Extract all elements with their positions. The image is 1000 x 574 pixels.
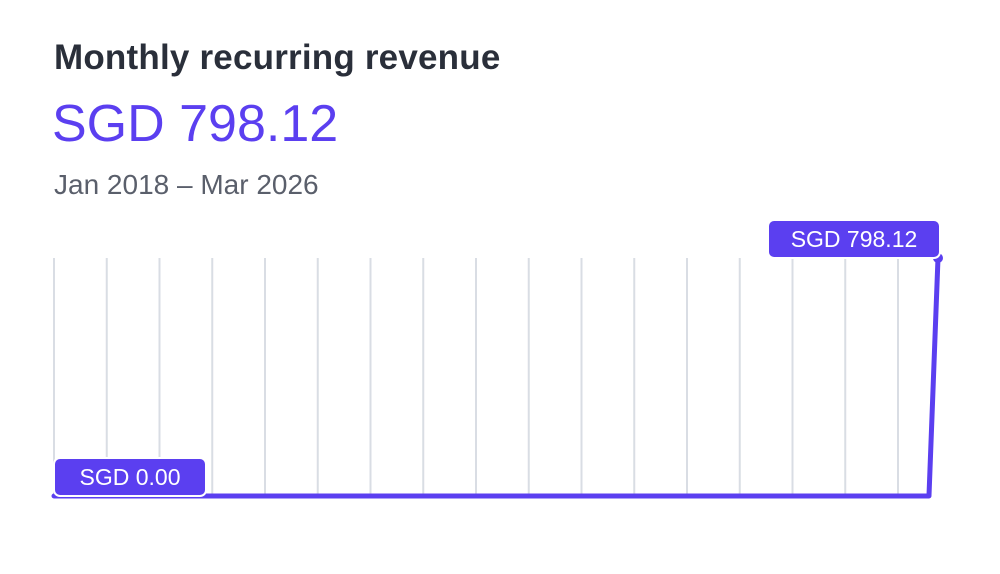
min-value-text: SGD 0.00: [80, 464, 181, 490]
min-value-label: SGD 0.00: [53, 457, 207, 497]
max-value-text: SGD 798.12: [791, 226, 918, 252]
mrr-line-chart: SGD 798.12 SGD 0.00: [51, 219, 943, 499]
max-value-label: SGD 798.12: [767, 219, 941, 259]
